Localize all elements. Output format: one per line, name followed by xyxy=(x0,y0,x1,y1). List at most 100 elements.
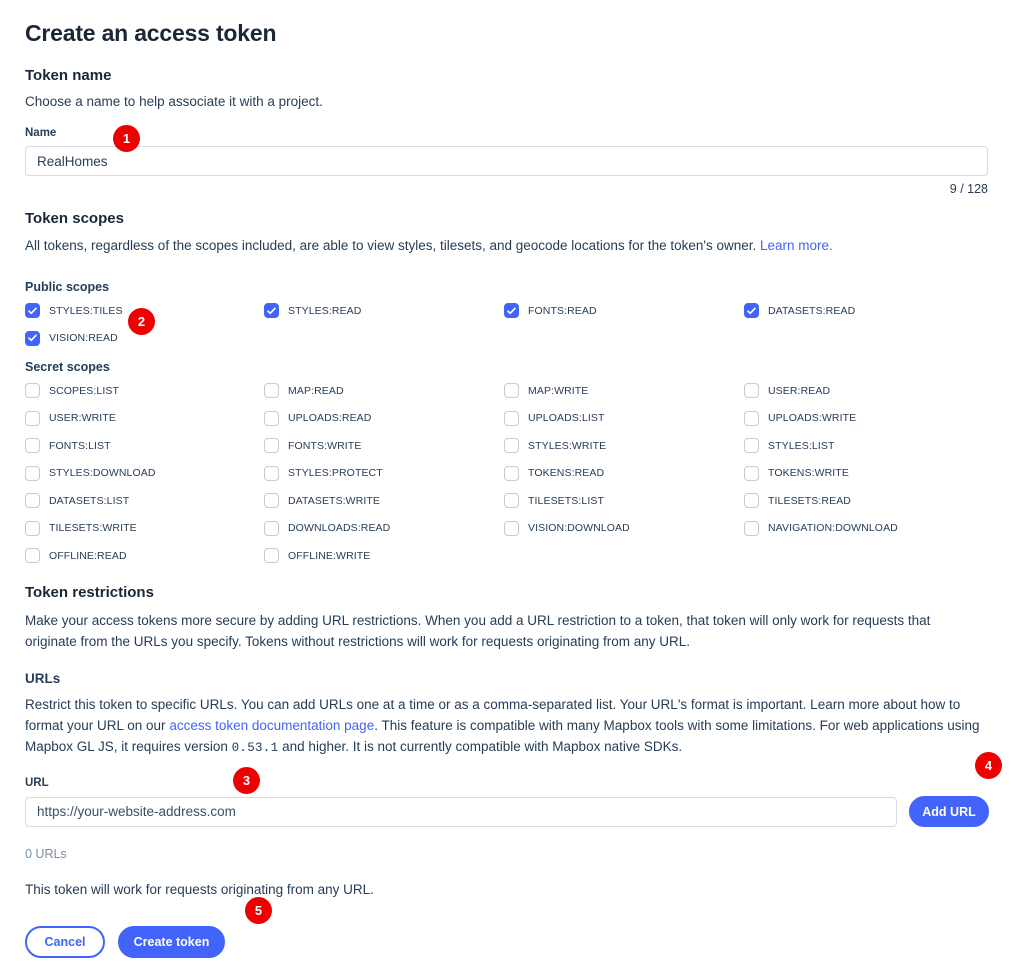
checkbox-unchecked-icon[interactable] xyxy=(264,493,279,508)
secret-scope-styles-write[interactable]: STYLES:WRITE xyxy=(504,438,606,453)
checkbox-unchecked-icon[interactable] xyxy=(744,410,759,426)
scope-label: DATASETS:READ xyxy=(768,304,856,317)
secret-scope-map-write[interactable]: MAP:WRITE xyxy=(504,383,588,398)
create-token-button[interactable]: Create token xyxy=(118,926,225,958)
checkbox-unchecked-icon[interactable] xyxy=(744,493,759,508)
checkbox-unchecked-icon[interactable] xyxy=(504,465,519,481)
page-title: Create an access token xyxy=(25,20,277,46)
checkbox-unchecked-icon[interactable] xyxy=(25,520,40,536)
urls-description-part3: and higher. It is not currently compatib… xyxy=(278,739,683,754)
secret-scope-vision-download[interactable]: VISION:DOWNLOAD xyxy=(504,520,630,536)
checkbox-unchecked-icon[interactable] xyxy=(264,438,279,453)
checkbox-unchecked-icon[interactable] xyxy=(744,438,759,453)
public-scopes-grid: STYLES:TILES STYLES:READ FONTS:READ DATASET… xyxy=(25,303,990,353)
checkbox-unchecked-icon[interactable] xyxy=(744,383,759,398)
secret-scope-datasets-write[interactable]: DATASETS:WRITE xyxy=(264,493,380,508)
token-restrictions-section: Token restrictions Make your access toke… xyxy=(25,583,990,652)
scope-label: TILESETS:LIST xyxy=(528,494,604,507)
access-token-documentation-link[interactable]: access token documentation page xyxy=(169,718,374,733)
checkbox-unchecked-icon[interactable] xyxy=(25,410,40,426)
checkbox-unchecked-icon[interactable] xyxy=(264,465,279,481)
scope-label: FONTS:WRITE xyxy=(288,439,362,452)
public-scope-datasets-read[interactable]: DATASETS:READ xyxy=(744,303,855,318)
public-scope-styles-read[interactable]: STYLES:READ xyxy=(264,303,361,318)
checkbox-unchecked-icon[interactable] xyxy=(744,465,759,481)
checkbox-checked-icon[interactable] xyxy=(25,330,40,346)
secret-scope-tilesets-read[interactable]: TILESETS:READ xyxy=(744,493,851,508)
scope-label: FONTS:READ xyxy=(528,304,597,317)
public-scope-styles-tiles[interactable]: STYLES:TILES xyxy=(25,303,123,318)
scope-label: STYLES:WRITE xyxy=(528,439,607,452)
checkbox-unchecked-icon[interactable] xyxy=(25,383,40,398)
secret-scope-downloads-read[interactable]: DOWNLOADS:READ xyxy=(264,520,391,536)
token-name-input[interactable] xyxy=(25,146,988,176)
token-name-heading: Token name xyxy=(25,67,112,84)
public-scopes-heading: Public scopes xyxy=(25,280,110,294)
scope-label: DOWNLOADS:READ xyxy=(288,522,391,534)
secret-scope-uploads-list[interactable]: UPLOADS:LIST xyxy=(504,410,604,426)
secret-scopes-grid: SCOPES:LIST MAP:READ MAP:WRITE USER:READ USE… xyxy=(25,383,990,573)
secret-scope-navigation-download[interactable]: NAVIGATION:DOWNLOAD xyxy=(744,520,898,536)
checkbox-unchecked-icon[interactable] xyxy=(504,410,519,426)
secret-scope-scopes-list[interactable]: SCOPES:LIST xyxy=(25,383,119,398)
checkbox-unchecked-icon[interactable] xyxy=(264,548,279,563)
checkbox-checked-icon[interactable] xyxy=(744,303,759,318)
scope-label: TOKENS:WRITE xyxy=(768,467,849,479)
public-scope-fonts-read[interactable]: FONTS:READ xyxy=(504,303,597,318)
scope-label: STYLES:PROTECT xyxy=(288,467,383,479)
checkbox-unchecked-icon[interactable] xyxy=(504,520,519,536)
secret-scope-tokens-write[interactable]: TOKENS:WRITE xyxy=(744,465,849,481)
secret-scope-tilesets-write[interactable]: TILESETS:WRITE xyxy=(25,520,137,536)
secret-scope-datasets-list[interactable]: DATASETS:LIST xyxy=(25,493,129,508)
scope-label: NAVIGATION:DOWNLOAD xyxy=(768,522,898,534)
secret-scope-styles-protect[interactable]: STYLES:PROTECT xyxy=(264,465,383,481)
secret-scope-styles-list[interactable]: STYLES:LIST xyxy=(744,438,834,453)
secret-scope-fonts-write[interactable]: FONTS:WRITE xyxy=(264,438,361,453)
secret-scope-map-read[interactable]: MAP:READ xyxy=(264,383,344,398)
form-actions: Cancel Create token xyxy=(25,926,990,958)
token-scopes-description-text: All tokens, regardless of the scopes inc… xyxy=(25,238,757,253)
urls-heading: URLs xyxy=(25,671,61,686)
scope-label: STYLES:READ xyxy=(288,304,362,317)
url-count: 0 URLs xyxy=(25,847,67,861)
checkbox-unchecked-icon[interactable] xyxy=(504,438,519,453)
checkbox-unchecked-icon[interactable] xyxy=(25,465,40,481)
scope-label: DATASETS:WRITE xyxy=(288,494,381,507)
secret-scope-tilesets-list[interactable]: TILESETS:LIST xyxy=(504,493,604,508)
secret-scope-user-read[interactable]: USER:READ xyxy=(744,383,830,398)
scope-label: MAP:WRITE xyxy=(528,384,589,397)
secret-scope-styles-download[interactable]: STYLES:DOWNLOAD xyxy=(25,465,156,481)
checkbox-unchecked-icon[interactable] xyxy=(25,493,40,508)
secret-scope-uploads-read[interactable]: UPLOADS:READ xyxy=(264,410,371,426)
scope-label: MAP:READ xyxy=(288,384,344,397)
secret-scope-tokens-read[interactable]: TOKENS:READ xyxy=(504,465,604,481)
checkbox-unchecked-icon[interactable] xyxy=(264,410,279,426)
url-input[interactable] xyxy=(25,796,897,827)
checkbox-unchecked-icon[interactable] xyxy=(744,520,759,536)
checkbox-checked-icon[interactable] xyxy=(504,303,519,318)
secret-scope-user-write[interactable]: USER:WRITE xyxy=(25,410,116,426)
secret-scope-uploads-write[interactable]: UPLOADS:WRITE xyxy=(744,410,856,426)
add-url-button[interactable]: Add URL xyxy=(909,796,989,827)
annotation-badge-3: 3 xyxy=(233,767,260,794)
checkbox-unchecked-icon[interactable] xyxy=(25,438,40,453)
checkbox-checked-icon[interactable] xyxy=(25,303,40,318)
public-scope-vision-read[interactable]: VISION:READ xyxy=(25,330,118,346)
checkbox-unchecked-icon[interactable] xyxy=(504,493,519,508)
scope-label: SCOPES:LIST xyxy=(49,384,119,397)
learn-more-link[interactable]: Learn more. xyxy=(760,238,833,253)
checkbox-unchecked-icon[interactable] xyxy=(264,383,279,398)
cancel-button[interactable]: Cancel xyxy=(25,926,105,958)
scope-label: USER:READ xyxy=(768,384,831,397)
checkbox-unchecked-icon[interactable] xyxy=(264,520,279,536)
secret-scope-offline-write[interactable]: OFFLINE:WRITE xyxy=(264,548,370,563)
checkbox-unchecked-icon[interactable] xyxy=(504,383,519,398)
checkbox-checked-icon[interactable] xyxy=(264,303,279,318)
scope-label: STYLES:LIST xyxy=(768,439,835,452)
scope-label: VISION:DOWNLOAD xyxy=(528,522,630,534)
secret-scope-fonts-list[interactable]: FONTS:LIST xyxy=(25,438,111,453)
urls-section: URLs Restrict this token to specific URL… xyxy=(25,671,990,900)
checkbox-unchecked-icon[interactable] xyxy=(25,548,40,563)
secret-scope-offline-read[interactable]: OFFLINE:READ xyxy=(25,548,127,563)
annotation-badge-4: 4 xyxy=(975,752,1002,779)
